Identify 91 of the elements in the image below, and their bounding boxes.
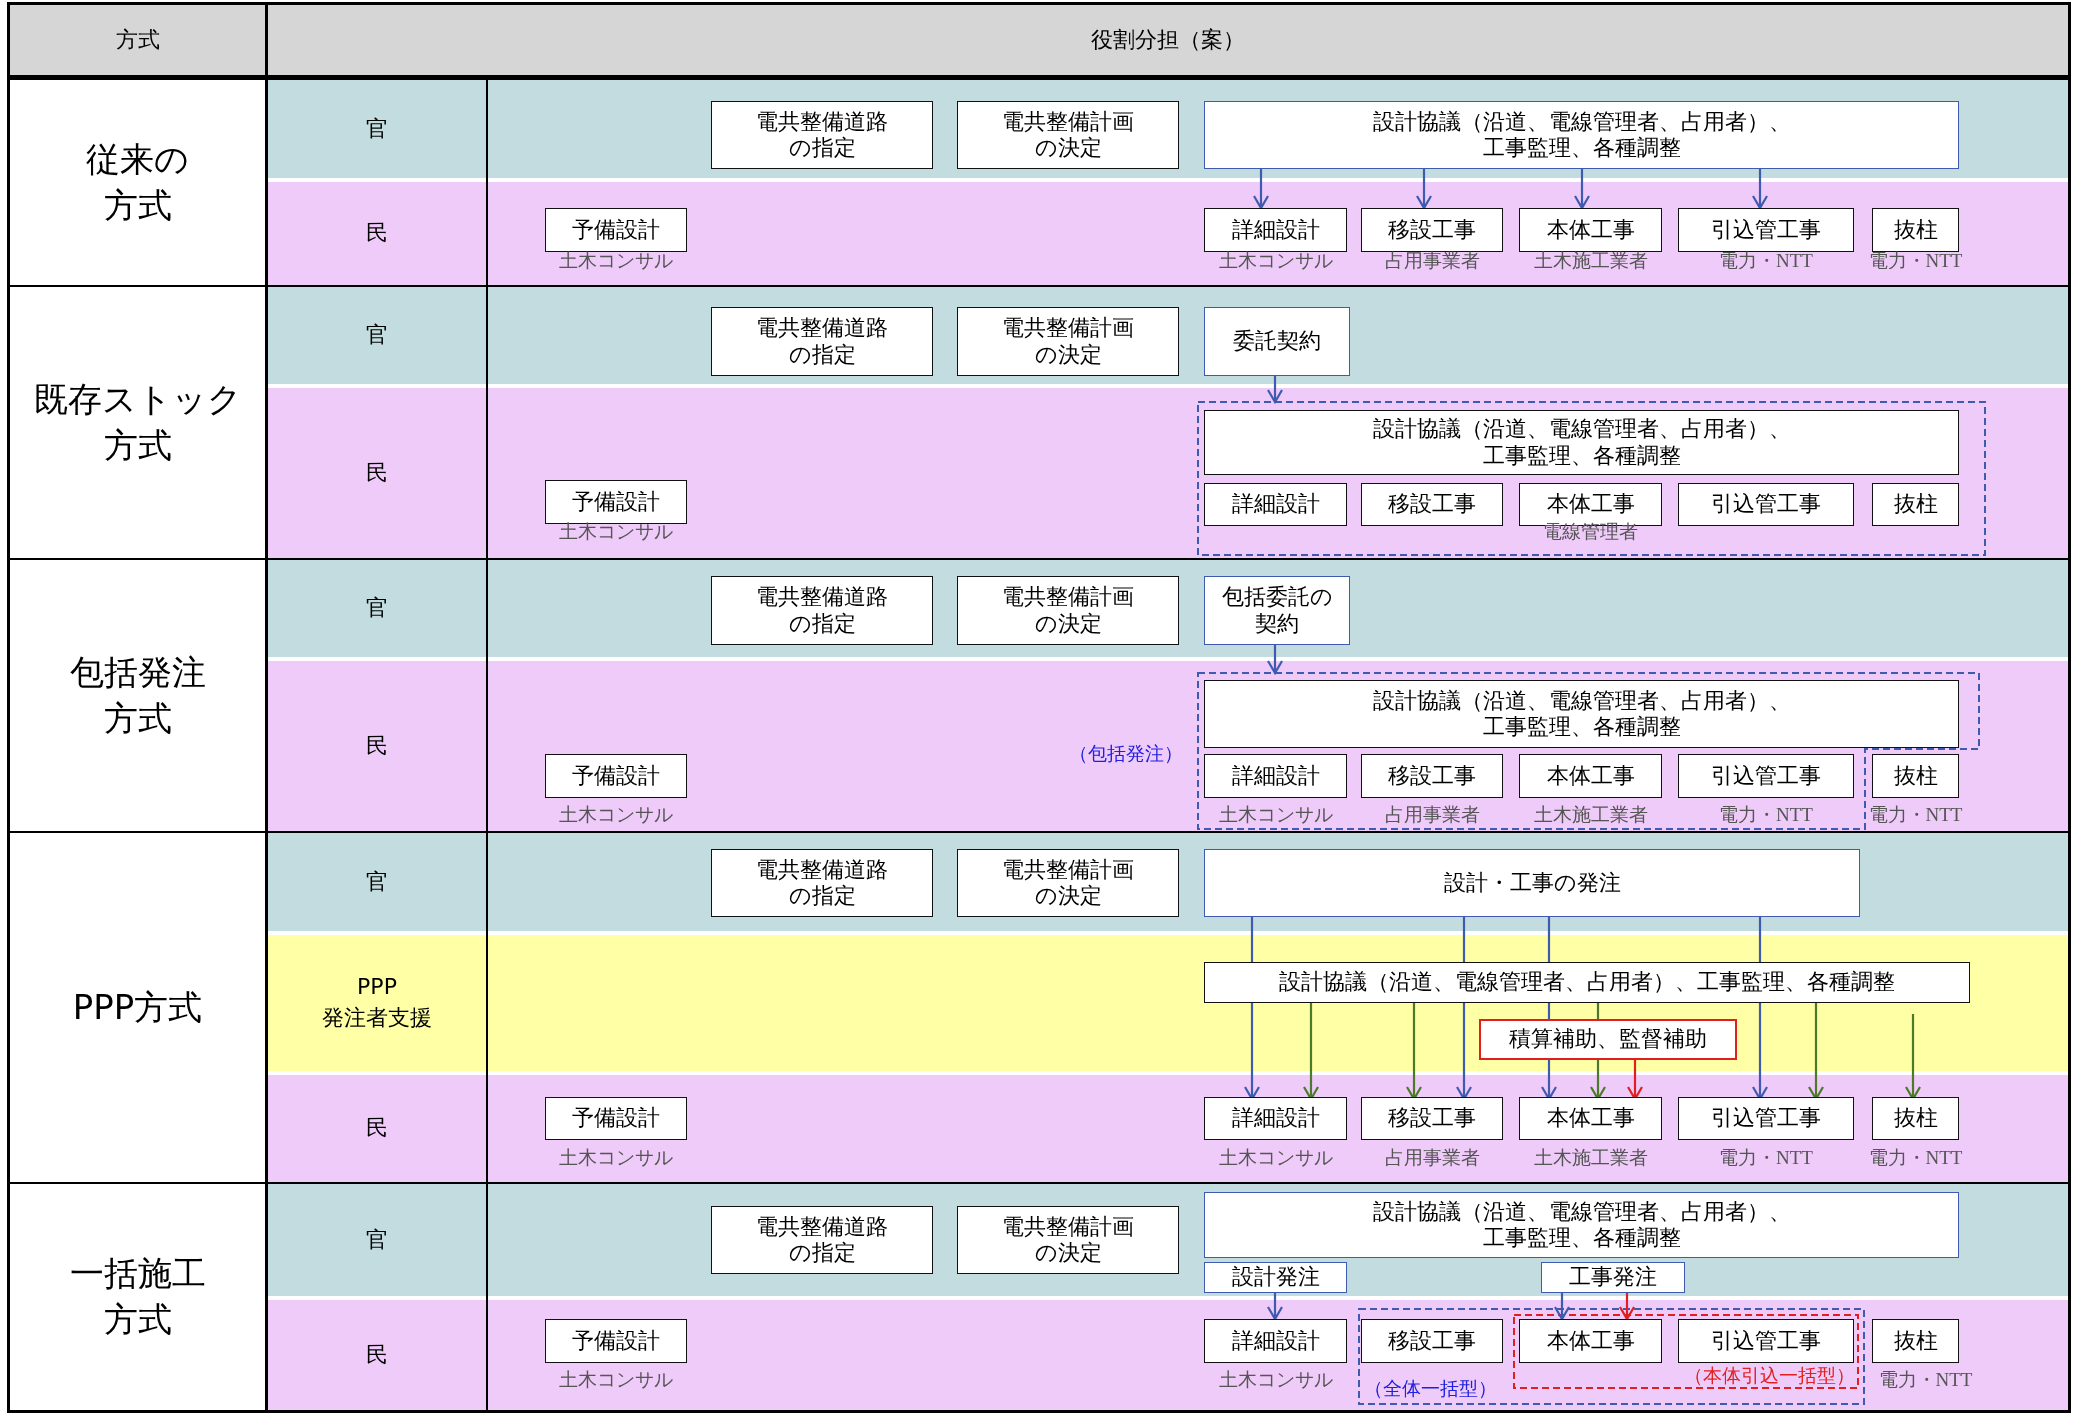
step-box: 移設工事 <box>1361 1319 1503 1363</box>
step-box: 設計協議（沿道、電線管理者、占用者）、工事監理、各種調整 <box>1204 680 1959 748</box>
column-header: 役割分担（案） <box>1090 26 1246 54</box>
role-cell: 民 <box>268 661 486 831</box>
contractor-label: 土木コンサル <box>1217 249 1334 273</box>
step-box: 抜柱 <box>1872 208 1959 252</box>
step-box: 詳細設計 <box>1204 754 1347 798</box>
role-cell: 民 <box>268 1075 486 1182</box>
step-box: 移設工事 <box>1361 1097 1503 1140</box>
method-name: PPP方式 <box>72 985 203 1029</box>
step-box: 詳細設計 <box>1204 208 1347 252</box>
order-box: 工事発注 <box>1541 1262 1685 1293</box>
order-box: 設計発注 <box>1204 1262 1347 1293</box>
contractor-label: 土木施工業者 <box>1532 1146 1649 1170</box>
step-box: 電共整備道路の指定 <box>711 101 933 169</box>
step-box: 予備設計 <box>545 1319 687 1363</box>
step-box: 詳細設計 <box>1204 1097 1347 1140</box>
step-box: 電共整備計画の決定 <box>957 576 1179 645</box>
method-name: 既存ストック方式 <box>32 377 243 467</box>
contractor-label: 土木コンサル <box>558 249 674 273</box>
contractor-label: 土木コンサル <box>1217 1368 1334 1392</box>
step-box: 設計協議（沿道、電線管理者、占用者）、工事監理、各種調整 <box>1204 410 1959 475</box>
step-box: 電共整備道路の指定 <box>711 849 933 917</box>
step-box: 電共整備道路の指定 <box>711 307 933 376</box>
method-name: 従来の方式 <box>85 137 190 227</box>
contractor-label: 土木コンサル <box>558 1368 674 1392</box>
order-box: 設計協議（沿道、電線管理者、占用者）、工事監理、各種調整 <box>1204 101 1959 169</box>
column-header: 方式 <box>10 5 268 75</box>
step-box: 移設工事 <box>1361 208 1503 252</box>
step-box: 抜柱 <box>1872 483 1959 526</box>
contractor-label: 電力・NTT <box>1718 803 1814 827</box>
step-box: 予備設計 <box>545 754 687 798</box>
step-box: 移設工事 <box>1361 754 1503 798</box>
order-box: 設計・工事の発注 <box>1204 849 1860 917</box>
role-cell: 民 <box>268 1300 486 1410</box>
step-box: 電共整備計画の決定 <box>957 1206 1179 1274</box>
step-box: 引込管工事 <box>1678 754 1854 798</box>
contractor-label: 土木施工業者 <box>1532 803 1649 827</box>
step-box: 本体工事 <box>1519 1097 1662 1140</box>
step-box: 抜柱 <box>1872 1097 1959 1140</box>
step-box: 電共整備道路の指定 <box>711 576 933 645</box>
contractor-label: 土木コンサル <box>558 803 674 827</box>
role-cell: PPP 発注者支援 <box>268 935 486 1071</box>
note-label: （全体一括型） <box>1362 1376 1498 1401</box>
contractor-label: 電力・NTT <box>1718 1146 1814 1170</box>
order-box: 委託契約 <box>1204 307 1350 376</box>
step-box: 電共整備計画の決定 <box>957 849 1179 917</box>
note-label: （包括発注） <box>1068 741 1184 766</box>
step-box: 本体工事 <box>1519 754 1662 798</box>
step-box: 予備設計 <box>545 208 687 252</box>
step-box: 設計協議（沿道、電線管理者、占用者）、工事監理、各種調整 <box>1204 962 1970 1003</box>
step-box: 詳細設計 <box>1204 1319 1347 1363</box>
role-cell: 官 <box>268 833 486 931</box>
contractor-label: 電力・NTT <box>1718 249 1814 273</box>
contractor-label: 土木施工業者 <box>1532 249 1649 273</box>
step-box: 抜柱 <box>1872 754 1959 798</box>
role-cell: 官 <box>268 287 486 384</box>
step-box: 詳細設計 <box>1204 483 1347 526</box>
role-cell: 民 <box>268 182 486 285</box>
step-box: 引込管工事 <box>1678 483 1854 526</box>
role-cell: 官 <box>268 80 486 178</box>
step-box: 予備設計 <box>545 1097 687 1140</box>
step-box: 本体工事 <box>1519 208 1662 252</box>
step-box: 電共整備道路の指定 <box>711 1206 933 1274</box>
method-name: 一括施工方式 <box>68 1252 207 1341</box>
role-cell: 民 <box>268 388 486 558</box>
contractor-label: 電力・NTT <box>1867 1146 1964 1170</box>
step-box: 電共整備計画の決定 <box>957 101 1179 169</box>
contractor-label: 占用事業者 <box>1383 1146 1481 1170</box>
order-box: 包括委託の契約 <box>1204 576 1350 645</box>
step-box: 引込管工事 <box>1678 208 1854 252</box>
role-cell: 官 <box>268 560 486 657</box>
step-box: 本体工事 <box>1519 1319 1662 1363</box>
support-box: 積算補助、監督補助 <box>1479 1019 1737 1060</box>
step-box: 移設工事 <box>1361 483 1503 526</box>
contractor-label: 土木コンサル <box>1217 803 1334 827</box>
order-box: 設計協議（沿道、電線管理者、占用者）、工事監理、各種調整 <box>1204 1192 1959 1258</box>
step-box: 引込管工事 <box>1678 1319 1854 1363</box>
step-box: 電共整備計画の決定 <box>957 307 1179 376</box>
note-label: （本体引込一括型） <box>1682 1363 1856 1388</box>
step-box: 抜柱 <box>1872 1319 1959 1363</box>
contractor-label: 電力・NTT <box>1867 249 1964 273</box>
step-box: 引込管工事 <box>1678 1097 1854 1140</box>
contractor-label: 電力・NTT <box>1867 803 1964 827</box>
role-cell: 官 <box>268 1184 486 1296</box>
contractor-label: 土木コンサル <box>558 1146 674 1170</box>
contractor-label: 電力・NTT <box>1877 1368 1974 1392</box>
contractor-label: 占用事業者 <box>1383 803 1481 827</box>
contractor-label: 占用事業者 <box>1383 249 1481 273</box>
method-name: 包括発注方式 <box>68 650 207 740</box>
contractor-label: 土木コンサル <box>1217 1146 1334 1170</box>
